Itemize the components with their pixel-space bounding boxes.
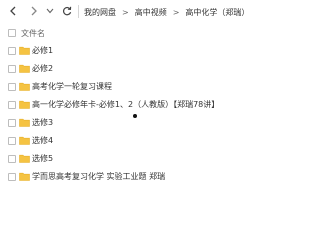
folder-icon xyxy=(19,46,30,55)
forward-button[interactable] xyxy=(26,3,42,19)
file-name[interactable]: 高一化学必修年卡-必修1、2（人教版）【郑瑞78讲】 xyxy=(32,99,219,110)
file-name[interactable]: 学而思高考复习化学 实验工业题 郑瑞 xyxy=(32,171,165,182)
list-item[interactable]: 必修2 xyxy=(0,60,268,78)
list-item[interactable]: 学而思高考复习化学 实验工业题 郑瑞 xyxy=(0,168,268,186)
folder-icon xyxy=(19,64,30,73)
file-name[interactable]: 选修3 xyxy=(32,117,53,128)
breadcrumb-item-current-folder[interactable]: 高中化学（郑瑞） xyxy=(185,7,249,18)
chevron-right-icon xyxy=(31,6,37,16)
breadcrumb-separator: > xyxy=(172,7,180,17)
file-name[interactable]: 必修2 xyxy=(32,63,53,74)
column-header-filename[interactable]: 文件名 xyxy=(21,28,45,39)
breadcrumb: 我的网盘 > 高中视频 > 高中化学（郑瑞） xyxy=(84,4,249,20)
folder-icon xyxy=(19,136,30,145)
file-name[interactable]: 选修5 xyxy=(32,153,53,164)
file-name[interactable]: 必修1 xyxy=(32,45,53,56)
breadcrumb-separator: > xyxy=(122,7,129,17)
list-item[interactable]: 选修4 xyxy=(0,132,268,150)
list-header: 文件名 xyxy=(0,25,268,41)
row-checkbox[interactable] xyxy=(8,155,16,163)
mouse-cursor xyxy=(133,114,137,118)
file-name[interactable]: 高考化学一轮复习课程 xyxy=(32,81,112,92)
folder-icon xyxy=(19,100,30,109)
toolbar-divider xyxy=(78,5,79,18)
list-item[interactable]: 高一化学必修年卡-必修1、2（人教版）【郑瑞78讲】 xyxy=(0,96,268,114)
breadcrumb-item-my-drive[interactable]: 我的网盘 xyxy=(84,7,116,18)
breadcrumb-item-high-school-video[interactable]: 高中视频 xyxy=(135,7,167,18)
row-checkbox[interactable] xyxy=(8,65,16,73)
select-all-checkbox[interactable] xyxy=(8,29,16,37)
folder-icon xyxy=(19,172,30,181)
folder-icon xyxy=(19,118,30,127)
refresh-button[interactable] xyxy=(59,3,75,19)
back-button[interactable] xyxy=(5,3,21,19)
row-checkbox[interactable] xyxy=(8,47,16,55)
row-checkbox[interactable] xyxy=(8,173,16,181)
folder-icon xyxy=(19,82,30,91)
row-checkbox[interactable] xyxy=(8,137,16,145)
list-item[interactable]: 高考化学一轮复习课程 xyxy=(0,78,268,96)
chevron-down-icon xyxy=(46,8,54,14)
row-checkbox[interactable] xyxy=(8,83,16,91)
file-name[interactable]: 选修4 xyxy=(32,135,53,146)
chevron-left-icon xyxy=(10,6,16,16)
file-browser-window: 我的网盘 > 高中视频 > 高中化学（郑瑞） 文件名 必修1 必修2 高考化学一… xyxy=(0,0,268,243)
list-item[interactable]: 必修1 xyxy=(0,42,268,60)
refresh-icon xyxy=(62,6,72,16)
toolbar: 我的网盘 > 高中视频 > 高中化学（郑瑞） xyxy=(0,0,268,24)
folder-icon xyxy=(19,154,30,163)
row-checkbox[interactable] xyxy=(8,101,16,109)
history-dropdown-button[interactable] xyxy=(42,3,58,19)
row-checkbox[interactable] xyxy=(8,119,16,127)
list-item[interactable]: 选修5 xyxy=(0,150,268,168)
